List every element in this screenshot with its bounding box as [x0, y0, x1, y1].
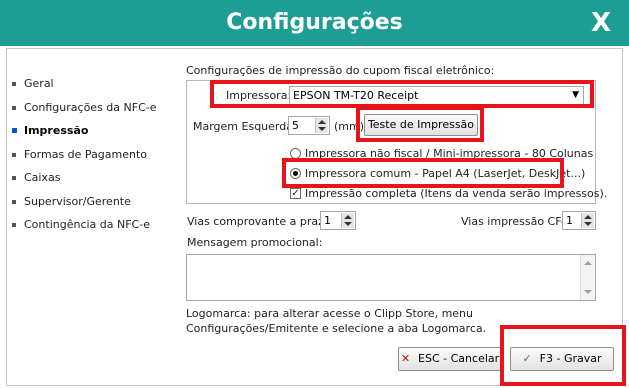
print-settings-heading: Configurações de impressão do cupom fisc…: [186, 64, 495, 77]
sidebar-nav: Geral Configurações da NFC-e Impressão F…: [12, 76, 182, 241]
left-margin-stepper[interactable]: 5: [288, 116, 330, 135]
sidebar-item-impressao[interactable]: Impressão: [12, 123, 182, 147]
full-print-label[interactable]: Impressão completa (Itens da venda serão…: [305, 187, 607, 200]
left-margin-value: 5: [292, 119, 299, 132]
term-copies-label: Vias comprovante a prazo:: [187, 215, 335, 228]
sidebar-item-contingencia[interactable]: Contingência da NFC-e: [12, 217, 182, 241]
close-button[interactable]: X: [581, 4, 621, 42]
cfe-copies-label: Vias impressão CFe:: [461, 215, 572, 228]
left-margin-label: Margem Esquerda:: [193, 120, 297, 133]
scroll-down-icon[interactable]: [584, 290, 592, 294]
square-bullet-icon: [12, 82, 16, 86]
sidebar-item-label: Supervisor/Gerente: [24, 194, 131, 208]
chevron-down-icon[interactable]: ▼: [572, 87, 579, 104]
cfe-copies-stepper[interactable]: 1: [562, 211, 596, 230]
term-copies-value: 1: [324, 214, 331, 227]
sidebar-item-label: Configurações da NFC-e: [24, 100, 157, 114]
radio-common-label[interactable]: Impressora comum - Papel A4 (LaserJet, D…: [305, 167, 585, 180]
logo-info-text: Logomarca: para alterar acesse o Clipp S…: [186, 307, 487, 335]
test-print-button[interactable]: Teste de Impressão: [364, 114, 478, 136]
square-bullet-icon: [12, 152, 16, 157]
cfe-copies-value: 1: [566, 214, 573, 227]
window-title: Configurações: [226, 10, 403, 35]
promo-message-textarea[interactable]: [186, 254, 596, 301]
printer-select-value: EPSON TM-T20 Receipt: [293, 89, 419, 102]
radio-nonfiscal-label[interactable]: Impressora não fiscal / Mini-impressora …: [305, 147, 593, 160]
square-bullet-icon: [12, 128, 17, 133]
printer-select[interactable]: EPSON TM-T20 Receipt ▼: [289, 86, 584, 105]
stepper-buttons[interactable]: [341, 213, 354, 228]
save-button[interactable]: ✓ F3 - Gravar: [510, 347, 614, 371]
cancel-button[interactable]: ✕ ESC - Cancelar: [398, 347, 502, 371]
sidebar-item-label: Formas de Pagamento: [24, 147, 148, 161]
vertical-scrollbar[interactable]: [580, 255, 595, 300]
check-icon: ✓: [522, 352, 532, 365]
sidebar-item-label: Geral: [24, 77, 54, 90]
stepper-up-icon[interactable]: [344, 215, 352, 219]
cancel-button-label: ESC - Cancelar: [418, 352, 500, 365]
sidebar-item-geral[interactable]: Geral: [12, 76, 182, 100]
square-bullet-icon: [12, 105, 16, 110]
square-bullet-icon: [12, 199, 16, 204]
sidebar-item-label: Contingência da NFC-e: [24, 218, 150, 231]
stepper-down-icon[interactable]: [584, 222, 592, 226]
stepper-down-icon[interactable]: [344, 222, 352, 226]
save-button-label: F3 - Gravar: [539, 352, 602, 365]
radio-nonfiscal-printer[interactable]: [290, 148, 301, 159]
term-copies-stepper[interactable]: 1: [320, 211, 356, 230]
radio-common-printer[interactable]: [290, 168, 301, 179]
stepper-up-icon[interactable]: [584, 215, 592, 219]
square-bullet-icon: [12, 176, 16, 180]
printer-label: Impressora:: [226, 89, 292, 102]
square-bullet-icon: [12, 223, 16, 227]
stepper-up-icon[interactable]: [318, 120, 326, 124]
stepper-down-icon[interactable]: [318, 127, 326, 131]
scroll-up-icon[interactable]: [584, 261, 592, 265]
margin-unit-label: (mm): [334, 120, 365, 133]
sidebar-item-label: Caixas: [24, 171, 61, 184]
x-icon: ✕: [400, 352, 411, 365]
promo-message-label: Mensagem promocional:: [187, 236, 323, 249]
configuration-window: Configurações X Geral Configurações da N…: [0, 0, 629, 388]
full-print-checkbox[interactable]: ✓: [290, 188, 301, 199]
sidebar-item-label: Impressão: [24, 124, 89, 137]
stepper-buttons[interactable]: [581, 213, 594, 228]
stepper-buttons[interactable]: [315, 118, 328, 133]
sidebar-item-formas-pagamento[interactable]: Formas de Pagamento: [12, 147, 182, 171]
sidebar-item-supervisor[interactable]: Supervisor/Gerente: [12, 194, 182, 218]
sidebar-item-nfce-settings[interactable]: Configurações da NFC-e: [12, 100, 182, 124]
sidebar-item-caixas[interactable]: Caixas: [12, 170, 182, 194]
